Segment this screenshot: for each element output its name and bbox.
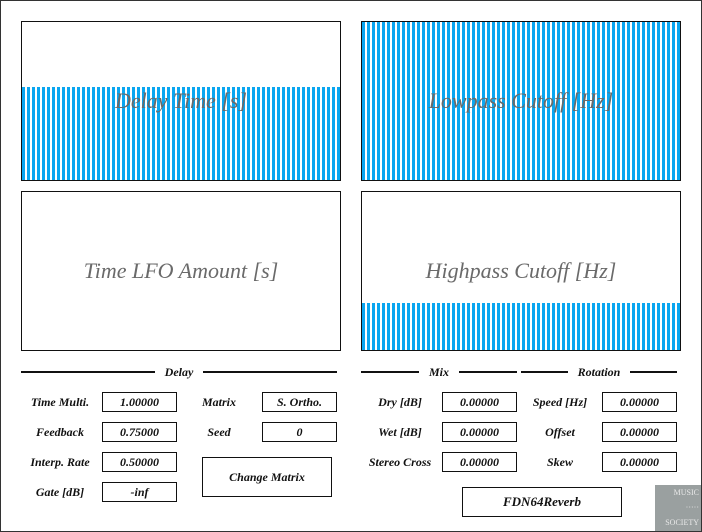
gate-field[interactable]: -inf — [102, 482, 177, 502]
interp-rate-field[interactable]: 0.50000 — [102, 452, 177, 472]
heading-text: Mix — [429, 364, 450, 379]
gate-label: Gate [dB] — [35, 485, 85, 499]
speed-label: Speed [Hz] — [532, 395, 588, 409]
skew-label: Skew — [546, 455, 573, 469]
seed-field[interactable]: 0 — [262, 422, 337, 442]
lowpass-cutoff-slider[interactable]: Lowpass Cutoff [Hz] — [361, 21, 681, 181]
feedback-field[interactable]: 0.75000 — [102, 422, 177, 442]
heading-text: Delay — [164, 364, 194, 379]
feedback-label: Feedback — [36, 425, 84, 439]
offset-field[interactable]: 0.00000 — [602, 422, 677, 442]
offset-label: Offset — [545, 425, 575, 439]
panel-title: Lowpass Cutoff [Hz] — [428, 88, 614, 113]
speed-field[interactable]: 0.00000 — [602, 392, 677, 412]
highpass-cutoff-slider[interactable]: Highpass Cutoff [Hz] — [361, 191, 681, 351]
change-matrix-button[interactable]: Change Matrix — [202, 457, 332, 497]
delay-section-heading: Delay — [21, 365, 337, 379]
interp-rate-label: Interp. Rate — [30, 455, 90, 469]
panel-title: Delay Time [s] — [115, 88, 247, 113]
time-lfo-amount-slider[interactable]: Time LFO Amount [s] — [21, 191, 341, 351]
stereo-cross-label: Stereo Cross — [368, 455, 432, 469]
plugin-window: Delay Time [s] Lowpass Cutoff [Hz] Time … — [0, 0, 702, 532]
plugin-name-label: FDN64Reverb — [462, 487, 622, 517]
delay-time-slider[interactable]: Delay Time [s] — [21, 21, 341, 181]
panel-title: Time LFO Amount [s] — [83, 258, 279, 283]
seed-label: Seed — [207, 425, 231, 439]
logo-text: MUSIC — [673, 488, 699, 497]
stereo-cross-field[interactable]: 0.00000 — [442, 452, 517, 472]
rotation-section-heading: Rotation — [521, 365, 677, 379]
skew-field[interactable]: 0.00000 — [602, 452, 677, 472]
mix-section-heading: Mix — [361, 364, 518, 379]
dry-field[interactable]: 0.00000 — [442, 392, 517, 412]
time-multi-label: Time Multi. — [30, 395, 90, 409]
matrix-selector[interactable]: S. Ortho. — [262, 392, 337, 412]
music-society-logo: MUSIC ····· SOCIETY — [655, 485, 701, 531]
dry-label: Dry [dB] — [378, 395, 422, 409]
wet-label: Wet [dB] — [378, 425, 422, 439]
wet-field[interactable]: 0.00000 — [442, 422, 517, 442]
matrix-label: Matrix — [201, 395, 236, 409]
time-multi-field[interactable]: 1.00000 — [102, 392, 177, 412]
heading-text: Rotation — [577, 364, 621, 379]
logo-text: SOCIETY — [665, 518, 699, 527]
panel-title: Highpass Cutoff [Hz] — [425, 258, 617, 283]
